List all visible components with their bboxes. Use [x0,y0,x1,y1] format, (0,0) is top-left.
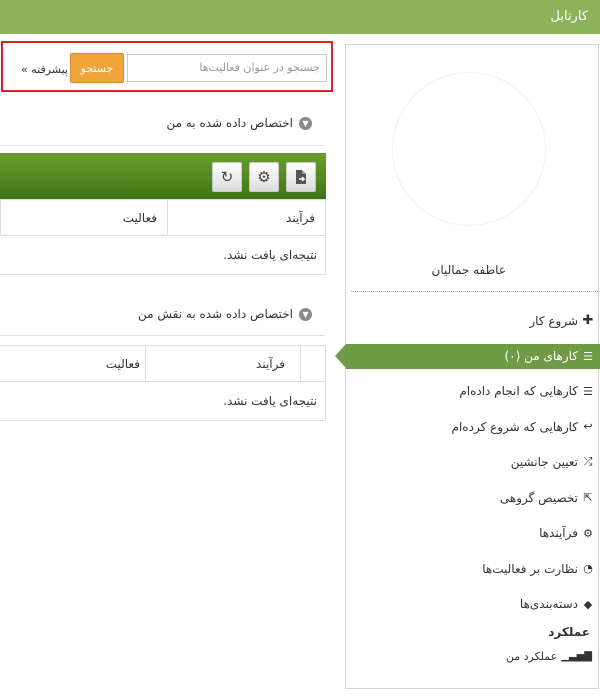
empty-message: نتیجه‌ای یافت نشد. [223,394,317,408]
column-header-process[interactable]: فرآیند [256,357,285,371]
chevron-down-icon: ▼ [299,116,312,130]
avatar [393,73,545,225]
sidebar-item-my-tasks[interactable]: ☰ کارهای من (۰) [335,343,600,369]
page-title: کارتابل [550,9,588,24]
divider [0,335,325,336]
dashboard-icon: ◔ [583,562,593,576]
sidebar-item-my-performance[interactable]: ▁▃▅▇ عملکرد من [506,650,592,663]
cogs-icon: ⚙ [583,526,593,540]
panel-assigned-to-me-header[interactable]: ▼ اختصاص داده شده به من [166,116,312,130]
assigned-table: فرآیند فعالیت نتیجه‌ای یافت نشد. [0,199,326,275]
export-button[interactable] [286,162,316,192]
shuffle-icon: ⤮ [583,455,593,469]
sidebar-item-label: کارهایی که شروع کرده‌ام [451,419,578,434]
bar-chart-icon: ▁▃▅▇ [561,651,592,662]
empty-message: نتیجه‌ای یافت نشد. [223,248,317,262]
search-input[interactable]: جستجو در عنوان فعالیت‌ها [127,54,327,82]
sidebar-item-substitute[interactable]: ⤮ تعیین جانشین [346,445,600,481]
column-divider [300,346,301,382]
divider [0,145,325,146]
panel-title: اختصاص داده شده به نقش من [137,307,293,321]
sidebar-item-label: شروع کار [529,313,578,328]
tags-icon: ◆ [583,597,593,611]
list-icon: ☰ [583,349,593,363]
column-header-process[interactable]: فرآیند [286,211,315,225]
sidebar-item-processes[interactable]: ⚙ فرآیندها [346,516,600,552]
advanced-search-link[interactable]: پیشرفته » [21,63,68,76]
sidebar-item-label: عملکرد من [505,650,558,663]
sidebar-item-label: کارهایی که انجام داده‌ام [459,384,578,399]
reply-icon: ↩ [583,420,593,434]
refresh-icon: ↻ [220,168,234,186]
sidebar-item-done-tasks[interactable]: ☰ کارهایی که انجام داده‌ام [346,374,600,410]
refresh-button[interactable]: ↻ [212,162,242,192]
column-header-activity[interactable]: فعالیت [123,211,157,225]
user-name: عاطفه جمالیان [431,263,506,277]
sidebar-item-label: تعیین جانشین [510,455,578,470]
sidebar-item-label: دسته‌بندی‌ها [519,597,578,612]
sidebar-item-monitoring[interactable]: ◔ نظارت بر فعالیت‌ها [346,551,600,587]
sidebar: عاطفه جمالیان ✚ شروع کار ☰ کارهای من (۰)… [335,44,600,689]
sidebar-item-group-assign[interactable]: ⇱ تخصیص گروهی [346,480,600,516]
role-table: فرآیند فعالیت نتیجه‌ای یافت نشد. [0,345,326,421]
table-header: فرآیند فعالیت [0,346,325,382]
sidebar-item-label: کارهای من (۰) [504,349,578,363]
sidebar-item-categories[interactable]: ◆ دسته‌بندی‌ها [346,587,600,623]
panel-title: اختصاص داده شده به من [166,116,294,130]
app-root: کارتابل جستجو در عنوان فعالیت‌ها جستجو پ… [0,0,600,700]
table-header: فرآیند فعالیت [0,200,325,236]
search-button[interactable]: جستجو [70,53,124,83]
sidebar-item-start-work[interactable]: ✚ شروع کار [346,303,600,339]
table-body: نتیجه‌ای یافت نشد. [0,382,325,420]
chevron-down-icon: ▼ [299,307,312,321]
panel-assigned-to-role-header[interactable]: ▼ اختصاص داده شده به نقش من [138,307,312,321]
top-header: کارتابل [0,0,600,34]
share-icon: ⇱ [583,491,593,505]
performance-section-title: عملکرد [548,625,590,639]
sidebar-item-label: تخصیص گروهی [499,490,578,505]
divider [351,291,598,292]
plus-icon: ✚ [582,313,594,329]
settings-button[interactable]: ⚙ [249,162,279,192]
search-bar: جستجو در عنوان فعالیت‌ها جستجو پیشرفته » [1,41,333,92]
sidebar-item-label: فرآیندها [539,526,578,541]
column-divider [167,200,168,236]
export-icon [296,170,306,184]
table-body: نتیجه‌ای یافت نشد. [0,236,325,274]
column-header-activity[interactable]: فعالیت [106,357,140,371]
column-divider [0,200,1,236]
sidebar-menu: ✚ شروع کار ☰ کارهای من (۰) ☰ کارهایی که … [335,303,600,623]
sidebar-item-started-tasks[interactable]: ↩ کارهایی که شروع کرده‌ام [346,409,600,445]
sidebar-item-label: نظارت بر فعالیت‌ها [482,561,578,576]
panel-toolbar: ⚙ ↻ [0,153,326,199]
gear-icon: ⚙ [257,168,271,186]
list-icon: ☰ [583,384,593,398]
column-divider [145,346,146,382]
